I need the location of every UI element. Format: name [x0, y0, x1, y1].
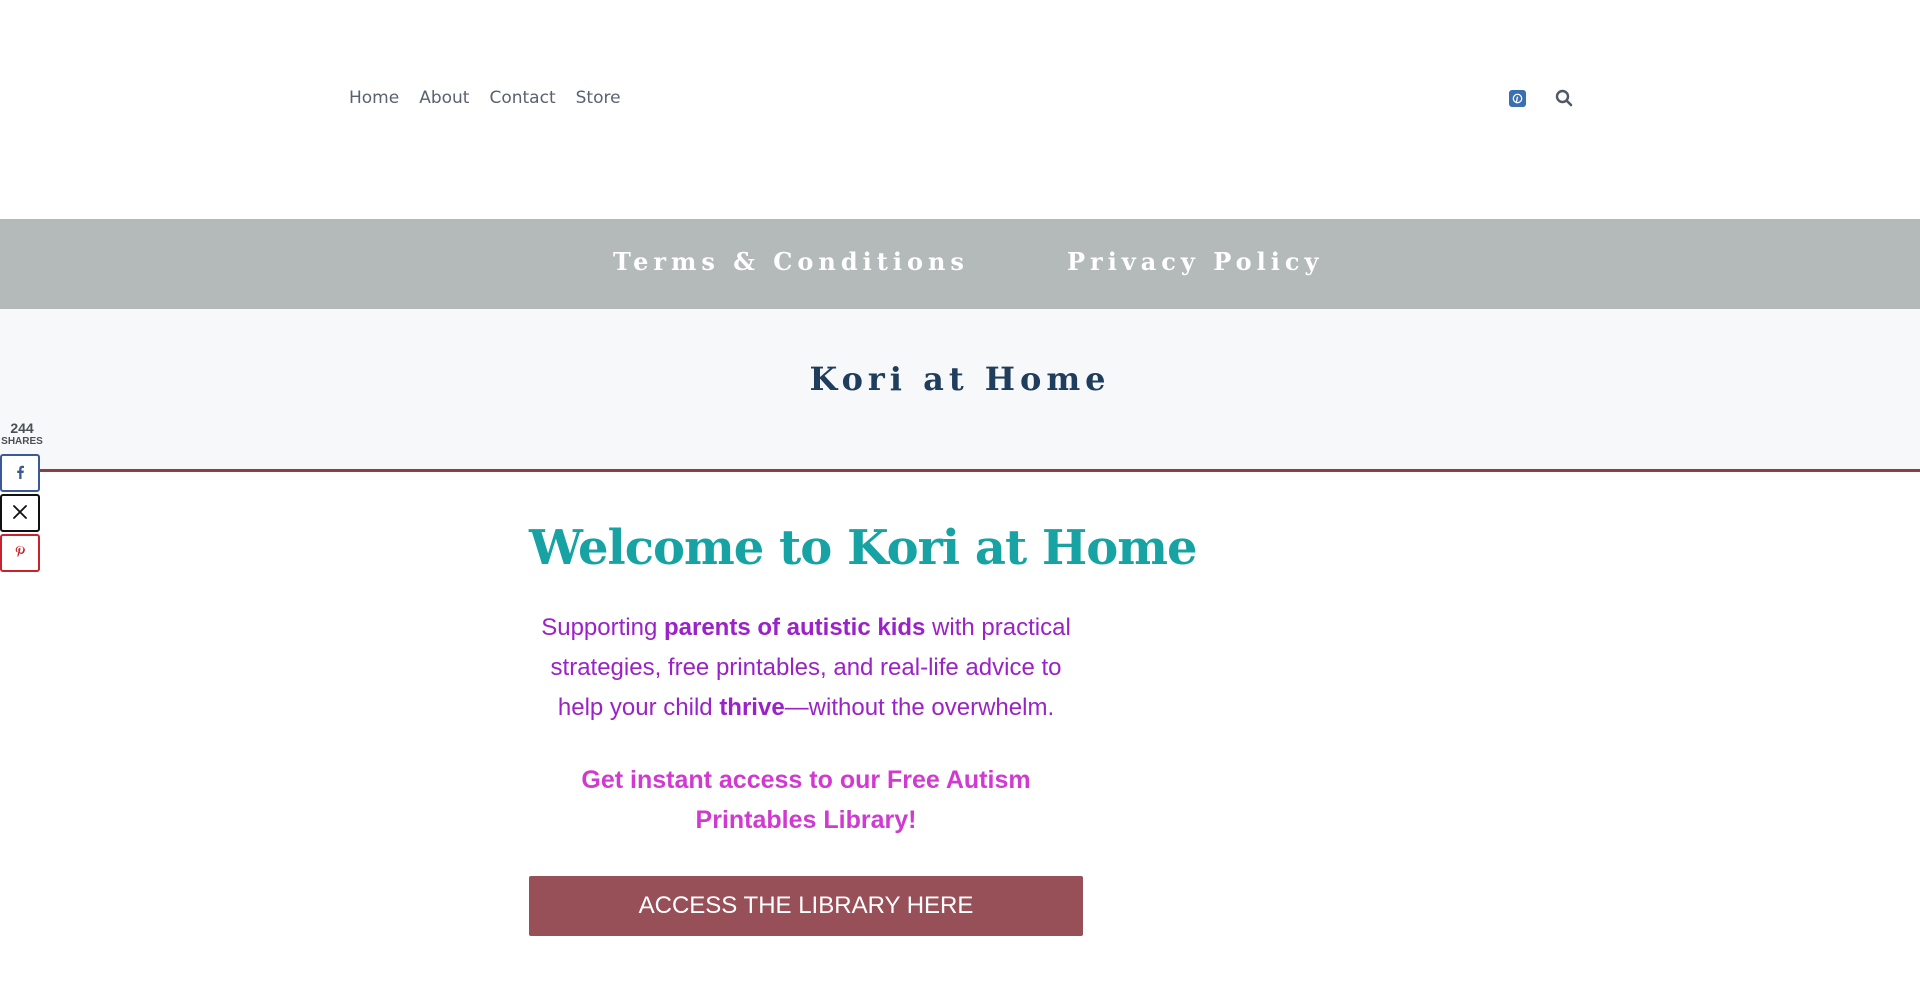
site-header: Home About Contact Store — [0, 0, 1920, 219]
x-icon — [13, 504, 27, 523]
secondary-navigation: Terms & Conditions Privacy Policy — [0, 219, 1920, 309]
facebook-icon — [15, 464, 25, 483]
pinterest-icon — [14, 544, 26, 563]
privacy-policy-link[interactable]: Privacy Policy — [1067, 247, 1323, 276]
x-share-button[interactable] — [0, 494, 40, 532]
header-icons — [1509, 88, 1574, 108]
nav-contact[interactable]: Contact — [489, 88, 555, 108]
site-title[interactable]: Kori at Home — [800, 360, 1120, 398]
intro-text-1: Supporting — [541, 614, 664, 641]
main-navigation: Home About Contact Store — [349, 88, 621, 108]
intro-bold-thrive: thrive — [719, 694, 785, 721]
access-library-button[interactable]: ACCESS THE LIBRARY HERE — [529, 876, 1083, 936]
nav-store[interactable]: Store — [576, 88, 621, 108]
site-title-band: Kori at Home — [0, 309, 1920, 469]
cta-text: Get instant access to our Free Autism Pr… — [546, 760, 1066, 840]
social-share-bar: 244 SHARES — [0, 420, 46, 574]
cta-message: Get instant access to our Free Autism Pr… — [581, 766, 1031, 834]
share-label: SHARES — [1, 436, 43, 447]
intro-bold-audience: parents of autistic kids — [663, 614, 926, 641]
facebook-share-button[interactable] — [0, 454, 40, 492]
intro-paragraph: Supporting parents of autistic kids with… — [536, 608, 1076, 728]
pinterest-icon[interactable] — [1509, 89, 1526, 107]
intro-text-3: —without the overwhelm. — [784, 694, 1055, 721]
terms-conditions-link[interactable]: Terms & Conditions — [613, 247, 969, 276]
nav-about[interactable]: About — [419, 88, 469, 108]
pinterest-share-button[interactable] — [0, 534, 40, 572]
main-content: Welcome to Kori at Home Supporting paren… — [529, 472, 1198, 936]
search-icon[interactable] — [1554, 88, 1574, 108]
share-count: 244 — [10, 420, 34, 436]
nav-home[interactable]: Home — [349, 88, 399, 108]
welcome-heading: Welcome to Kori at Home — [529, 520, 1198, 576]
